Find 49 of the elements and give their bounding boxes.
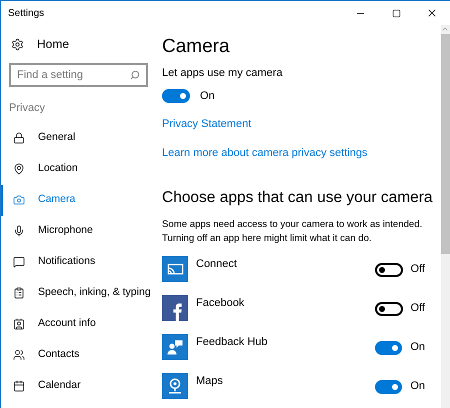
maximize-icon [392, 8, 400, 18]
scrollbar-thumb[interactable] [441, 34, 450, 254]
toggle-state: Off [410, 301, 425, 316]
description-text: Some apps need access to your camera to work as intended. Turning off an app here might limit what it can do. [162, 218, 424, 246]
toggle-state: On [410, 379, 425, 394]
nav-item[interactable]: Location [1, 154, 156, 184]
app-name: Connect [196, 257, 238, 272]
app-name: Feedback Hub [196, 335, 269, 350]
scroll-up-icon [441, 25, 449, 33]
nav-item[interactable]: Contacts [1, 340, 156, 370]
nav-item[interactable]: Calendar [1, 370, 156, 402]
clipboard-icon [13, 287, 25, 299]
toggle-switch[interactable] [375, 380, 402, 394]
link[interactable]: Learn more about camera privacy settings [162, 144, 368, 161]
link[interactable]: Privacy Statement [162, 116, 252, 132]
toggle-switch[interactable] [162, 88, 190, 103]
nav-item[interactable]: Account info [1, 308, 156, 340]
nav-item[interactable]: Camera [1, 184, 156, 216]
toggle-switch[interactable] [375, 340, 402, 354]
home-nav-item[interactable]: Home [1, 25, 156, 63]
section-heading: Choose apps that can use your camera [162, 188, 434, 208]
app-name: Maps [196, 374, 224, 390]
search-icon [130, 70, 140, 80]
toggle-state: On [200, 88, 215, 104]
search-input[interactable]: Find a setting [17, 66, 127, 84]
setting-label: Let apps use my camera [162, 66, 284, 81]
page-title: Camera [162, 35, 231, 59]
nav-item[interactable]: Microphone [1, 216, 156, 246]
microphone-icon [13, 225, 25, 237]
section-label: Privacy [8, 101, 46, 116]
contact-card-icon [13, 318, 25, 330]
nav-item[interactable]: Speech, inking, & typing [1, 278, 156, 308]
people-icon [13, 349, 25, 361]
window-title: Settings [7, 6, 44, 20]
nav-item[interactable]: General [1, 122, 156, 154]
app-name: Facebook [196, 296, 246, 312]
speech-bubble-icon [13, 256, 25, 268]
close-icon [426, 7, 438, 19]
toggle-switch[interactable] [375, 302, 403, 316]
calendar-icon [13, 380, 25, 392]
toggle-state: Off [410, 262, 425, 278]
toggle-switch[interactable] [375, 262, 403, 276]
camera-icon [13, 194, 25, 206]
settings-icon [11, 38, 24, 50]
search-field[interactable]: Find a setting [9, 63, 148, 87]
toggle-state: On [410, 340, 425, 356]
pin-icon [13, 163, 25, 175]
nav-item[interactable]: Notifications [1, 246, 156, 278]
lock-icon [13, 132, 25, 144]
